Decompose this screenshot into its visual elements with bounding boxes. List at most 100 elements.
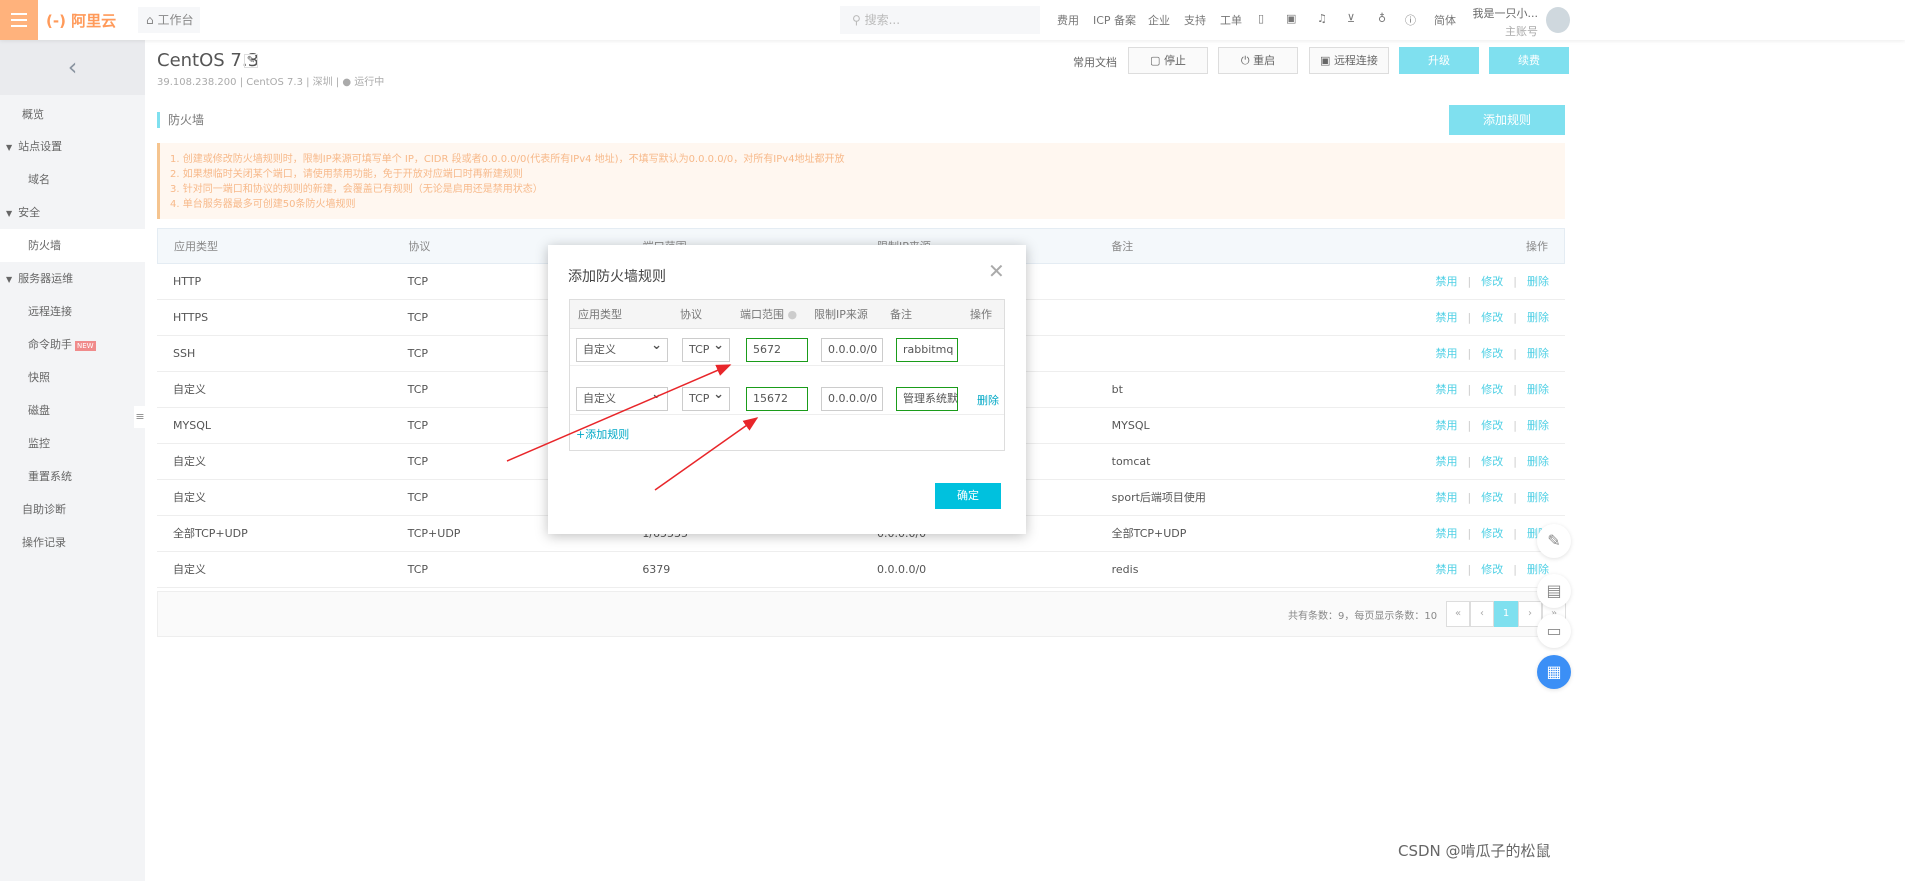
page-button[interactable]: 1 [1494, 601, 1518, 627]
ip-source-input[interactable]: 0.0.0.0/0 [821, 387, 883, 411]
nav-ticket[interactable]: 工单 [1220, 12, 1242, 28]
sidebar-item[interactable]: 命令助手 NEW [0, 328, 145, 361]
delete-link[interactable]: 删除 [1527, 383, 1549, 396]
sidebar-item[interactable]: 自助诊断 [0, 493, 145, 526]
disable-link[interactable]: 禁用 [1436, 563, 1458, 576]
bulb-icon[interactable]: ♁ [1378, 12, 1386, 25]
delete-link[interactable]: 删除 [1527, 455, 1549, 468]
renew-button[interactable]: 续费 [1489, 47, 1569, 74]
edit-link[interactable]: 修改 [1481, 527, 1503, 540]
remote-connect-button[interactable]: ▣ 远程连接 [1309, 47, 1389, 74]
sidebar-item[interactable]: ▼ 服务器运维 [0, 262, 145, 295]
note-input[interactable]: 管理系统默 [896, 387, 958, 411]
disable-link[interactable]: 禁用 [1436, 275, 1458, 288]
upgrade-button[interactable]: 升级 [1399, 47, 1479, 74]
workbench-link[interactable]: ⌂ 工作台 [138, 7, 200, 33]
delete-link[interactable]: 删除 [1527, 347, 1549, 360]
sidebar-item[interactable]: 域名 [0, 163, 145, 196]
sidebar-item[interactable]: ▼ 安全 [0, 196, 145, 229]
edit-link[interactable]: 修改 [1481, 275, 1503, 288]
table-cell [1096, 336, 1331, 371]
delete-link[interactable]: 删除 [1527, 563, 1549, 576]
sidebar-item[interactable]: 监控 [0, 427, 145, 460]
chat-float-icon[interactable]: ▭ [1537, 614, 1571, 648]
confirm-button[interactable]: 确定 [935, 483, 1001, 509]
delete-link[interactable]: 删除 [1527, 491, 1549, 504]
disable-link[interactable]: 禁用 [1436, 491, 1458, 504]
sidebar-toggle-icon[interactable]: ≡ [134, 406, 146, 428]
docs-link[interactable]: 常用文档 [1073, 54, 1117, 70]
table-cell: 自定义 [173, 491, 206, 504]
edit-link[interactable]: 修改 [1481, 491, 1503, 504]
add-rule-row-link[interactable]: +添加规则 [576, 426, 629, 442]
account-menu[interactable]: 我是一只小... 主账号 [1470, 5, 1539, 39]
watermark: CSDN @啃瓜子的松鼠 [1398, 842, 1551, 860]
disable-link[interactable]: 禁用 [1436, 527, 1458, 540]
modal-header-action: 操作 [970, 308, 992, 321]
terminal-icon[interactable]: ▣ [1286, 12, 1296, 25]
edit-link[interactable]: 修改 [1481, 347, 1503, 360]
sidebar-item[interactable]: 操作记录 [0, 526, 145, 559]
add-rule-button[interactable]: 添加规则 [1449, 105, 1565, 135]
delete-link[interactable]: 删除 [1527, 275, 1549, 288]
delete-link[interactable]: 删除 [1527, 311, 1549, 324]
sidebar-item[interactable]: 防火墙 [0, 229, 145, 262]
protocol-select[interactable]: TCP [682, 335, 730, 362]
edit-link[interactable]: 修改 [1481, 455, 1503, 468]
nav-icp[interactable]: ICP 备案 [1093, 12, 1136, 28]
delete-row-link[interactable]: 删除 [977, 392, 999, 408]
sidebar-item[interactable]: 概览 [0, 98, 145, 131]
nav-enterprise[interactable]: 企业 [1148, 12, 1170, 28]
table-cell: 0.0.0.0/0 [876, 563, 927, 576]
stop-button[interactable]: ▢ 停止 [1128, 47, 1208, 74]
page-button[interactable]: ‹ [1470, 601, 1494, 627]
avatar[interactable] [1546, 7, 1570, 33]
edit-name-icon[interactable]: ✎ [244, 54, 258, 68]
protocol-select[interactable]: TCP [682, 384, 730, 411]
disable-link[interactable]: 禁用 [1436, 455, 1458, 468]
edit-float-icon[interactable]: ✎ [1537, 524, 1571, 558]
page-button[interactable]: « [1446, 601, 1470, 627]
lang-switch[interactable]: 简体 [1434, 12, 1456, 28]
edit-link[interactable]: 修改 [1481, 383, 1503, 396]
table-cell: TCP [407, 563, 429, 576]
search-input[interactable]: ⚲ 搜索... [840, 6, 1040, 34]
apps-float-icon[interactable]: ▦ [1537, 655, 1571, 689]
notice-box: 1. 创建或修改防火墙规则时，限制IP来源可填写单个 IP，CIDR 段或者0.… [157, 143, 1565, 219]
disable-link[interactable]: 禁用 [1436, 311, 1458, 324]
restart-button[interactable]: ⏻ 重启 [1218, 47, 1298, 74]
cart-icon[interactable]: ⊻ [1347, 12, 1355, 25]
disable-link[interactable]: 禁用 [1436, 419, 1458, 432]
back-chevron-icon[interactable]: ‹ [0, 40, 145, 95]
help-icon: ● [787, 308, 798, 321]
sidebar-item[interactable]: 远程连接 [0, 295, 145, 328]
sidebar-item[interactable]: 快照 [0, 361, 145, 394]
app-type-select[interactable]: 自定义 [576, 384, 668, 411]
ip-source-input[interactable]: 0.0.0.0/0 [821, 338, 883, 362]
sidebar-item[interactable]: 重置系统 [0, 460, 145, 493]
port-range-input[interactable]: 15672 [746, 387, 808, 411]
table-cell: MYSQL [1111, 419, 1150, 432]
edit-link[interactable]: 修改 [1481, 563, 1503, 576]
delete-link[interactable]: 删除 [1527, 419, 1549, 432]
port-range-input[interactable]: 5672 [746, 338, 808, 362]
disable-link[interactable]: 禁用 [1436, 347, 1458, 360]
row-actions: 禁用|修改|删除 [1435, 563, 1549, 576]
app-type-select[interactable]: 自定义 [576, 335, 668, 362]
sidebar-item[interactable]: 磁盘 [0, 394, 145, 427]
app-icon[interactable]: ▯ [1258, 12, 1264, 25]
aliyun-logo[interactable]: (-) 阿里云 [46, 10, 116, 31]
note-input[interactable]: rabbitmq [896, 338, 958, 362]
book-float-icon[interactable]: ▤ [1537, 574, 1571, 608]
nav-billing[interactable]: 费用 [1057, 12, 1079, 28]
sidebar-item-label: 域名 [28, 173, 50, 186]
close-icon[interactable]: ✕ [988, 259, 1005, 283]
edit-link[interactable]: 修改 [1481, 311, 1503, 324]
disable-link[interactable]: 禁用 [1436, 383, 1458, 396]
help-icon[interactable]: ⓘ [1405, 12, 1416, 28]
sidebar-item[interactable]: ▼ 站点设置 [0, 130, 145, 163]
bell-icon[interactable]: ♫ [1317, 12, 1327, 25]
menu-button[interactable] [0, 0, 38, 40]
edit-link[interactable]: 修改 [1481, 419, 1503, 432]
nav-support[interactable]: 支持 [1184, 12, 1206, 28]
